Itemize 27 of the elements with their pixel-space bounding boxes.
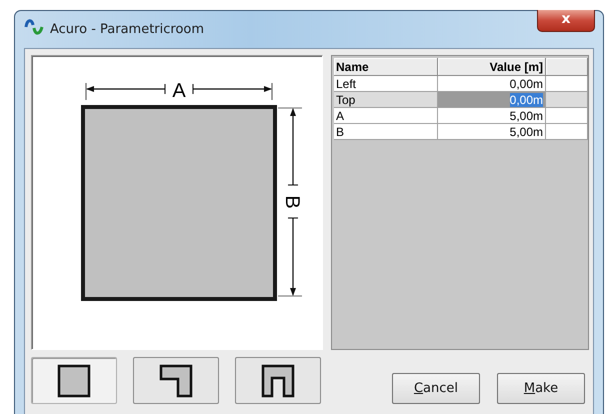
l-shape-icon [158,362,194,398]
table-cell[interactable] [546,124,588,140]
rect-icon [56,362,92,398]
table-cell[interactable] [546,92,588,108]
table-cell[interactable]: 0,00m [438,76,546,92]
table-cell[interactable] [546,76,588,92]
u-shape-icon [260,362,296,398]
column-header[interactable]: Name [334,58,438,76]
dialog-button[interactable]: Make [497,373,585,404]
shape-button[interactable] [235,357,321,404]
table-cell[interactable]: A [334,108,438,124]
close-button[interactable]: x [537,10,595,32]
column-header[interactable]: Value [m] [438,58,546,76]
shape-button[interactable] [133,357,219,404]
shape-button[interactable] [31,357,117,404]
table-cell[interactable] [546,108,588,124]
table-cell[interactable]: 5,00m [438,108,546,124]
table-cell[interactable]: 0,00m [438,92,546,108]
table-cell[interactable]: B [334,124,438,140]
table-cell[interactable]: 5,00m [438,124,546,140]
height-label: B [281,195,303,209]
width-label: A [172,80,186,102]
table-cell[interactable]: Top [334,92,438,108]
app-logo-icon [24,17,44,37]
table-cell[interactable]: Left [334,76,438,92]
window-title: Acuro - Parametricroom [50,22,204,37]
dialog-button[interactable]: Cancel [392,373,480,404]
